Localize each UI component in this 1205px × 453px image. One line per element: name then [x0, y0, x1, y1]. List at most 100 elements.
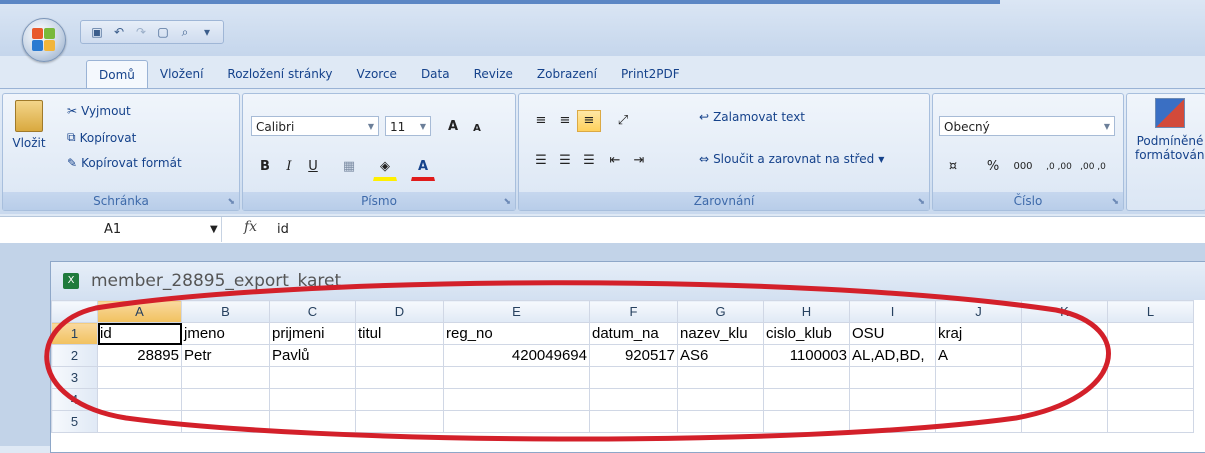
cell[interactable] [763, 366, 850, 389]
column-header[interactable]: I [849, 300, 936, 323]
row-header[interactable]: 3 [51, 366, 98, 389]
font-name-select[interactable]: Calibri ▼ [251, 116, 379, 136]
shrink-font-button[interactable]: A [465, 118, 489, 140]
cell[interactable] [1021, 410, 1108, 433]
align-left-icon[interactable]: ☰ [529, 150, 553, 172]
decrease-decimal-button[interactable]: ,00 ,0 [1077, 156, 1109, 178]
column-header[interactable]: H [763, 300, 850, 323]
grow-font-button[interactable]: A [441, 116, 465, 138]
number-format-select[interactable]: Obecný ▼ [939, 116, 1115, 136]
paste-button[interactable]: Vložit [9, 100, 49, 150]
cell[interactable]: Pavlů [269, 344, 356, 367]
cell[interactable] [181, 388, 270, 411]
increase-indent-icon[interactable]: ⇥ [627, 150, 651, 172]
column-header[interactable]: G [677, 300, 764, 323]
cell[interactable]: prijmeni [269, 322, 356, 345]
cell[interactable] [763, 410, 850, 433]
column-header[interactable]: B [181, 300, 270, 323]
cell[interactable] [443, 366, 590, 389]
cell[interactable]: datum_na [589, 322, 678, 345]
cell[interactable]: reg_no [443, 322, 590, 345]
cell[interactable] [849, 388, 936, 411]
cell[interactable] [589, 388, 678, 411]
column-header[interactable]: D [355, 300, 444, 323]
cell[interactable]: 420049694 [443, 344, 590, 367]
dialog-launcher-icon[interactable]: ⬊ [1111, 197, 1119, 207]
cell[interactable] [849, 366, 936, 389]
formula-input[interactable]: id [277, 217, 289, 242]
cell[interactable] [181, 410, 270, 433]
cell[interactable]: titul [355, 322, 444, 345]
cell[interactable] [443, 410, 590, 433]
cell[interactable]: 1100003 [763, 344, 850, 367]
orientation-icon[interactable]: ⤢ [611, 110, 635, 132]
cell[interactable]: 920517 [589, 344, 678, 367]
cell[interactable] [849, 410, 936, 433]
cell[interactable] [97, 388, 182, 411]
cell[interactable]: id [97, 322, 182, 345]
cell[interactable] [269, 410, 356, 433]
align-middle-icon[interactable]: ≡ [553, 110, 577, 132]
increase-decimal-button[interactable]: ,0 ,00 [1043, 156, 1075, 178]
cell[interactable] [935, 366, 1022, 389]
cell[interactable] [1107, 410, 1194, 433]
format-painter-button[interactable]: ✎ Kopírovat formát [67, 156, 182, 170]
fx-icon[interactable]: fx [244, 219, 257, 235]
borders-icon[interactable]: ▦ [337, 156, 361, 178]
row-header[interactable]: 1 [51, 322, 98, 345]
tab-page-layout[interactable]: Rozložení stránky [215, 60, 344, 88]
cell[interactable] [1107, 344, 1194, 367]
cut-button[interactable]: ✂ Vyjmout [67, 104, 131, 118]
cell[interactable] [97, 366, 182, 389]
merge-center-button[interactable]: ⇔ Sloučit a zarovnat na střed ▼ [699, 152, 884, 166]
row-header[interactable]: 5 [51, 410, 98, 433]
column-header[interactable]: K [1021, 300, 1108, 323]
tab-review[interactable]: Revize [462, 60, 525, 88]
dialog-launcher-icon[interactable]: ⬊ [227, 197, 235, 207]
percent-button[interactable]: % [981, 156, 1005, 178]
tab-insert[interactable]: Vložení [148, 60, 216, 88]
cell[interactable] [589, 410, 678, 433]
cell[interactable] [763, 388, 850, 411]
tab-home[interactable]: Domů [86, 60, 148, 89]
fill-color-icon[interactable]: ◈ [373, 156, 397, 181]
dialog-launcher-icon[interactable]: ⬊ [503, 197, 511, 207]
cell[interactable]: OSU [849, 322, 936, 345]
cell[interactable]: jmeno [181, 322, 270, 345]
column-header[interactable]: F [589, 300, 678, 323]
save-icon[interactable]: ▣ [89, 24, 105, 40]
cell[interactable] [1021, 322, 1108, 345]
cell[interactable] [355, 366, 444, 389]
cell[interactable] [269, 388, 356, 411]
column-header[interactable]: L [1107, 300, 1194, 323]
cell[interactable]: AS6 [677, 344, 764, 367]
cell[interactable] [1021, 366, 1108, 389]
cell[interactable] [97, 410, 182, 433]
font-color-icon[interactable]: A [411, 156, 435, 181]
cell[interactable]: 28895 [97, 344, 182, 367]
font-size-select[interactable]: 11 ▼ [385, 116, 431, 136]
wrap-text-button[interactable]: ↩ Zalamovat text [699, 110, 805, 124]
tab-data[interactable]: Data [409, 60, 462, 88]
cell[interactable]: Petr [181, 344, 270, 367]
name-box[interactable]: A1 ▼ [0, 217, 222, 242]
row-header[interactable]: 2 [51, 344, 98, 367]
cell[interactable] [443, 388, 590, 411]
align-bottom-icon[interactable]: ≡ [577, 110, 601, 132]
cell[interactable] [181, 366, 270, 389]
align-top-icon[interactable]: ≡ [529, 110, 553, 132]
print-preview-icon[interactable]: ⌕ [177, 24, 193, 40]
tab-print2pdf[interactable]: Print2PDF [609, 60, 692, 88]
cell[interactable] [1107, 322, 1194, 345]
cell[interactable] [677, 410, 764, 433]
column-header[interactable]: A [97, 300, 182, 323]
copy-button[interactable]: ⧉ Kopírovat [67, 130, 136, 145]
bold-button[interactable]: B [253, 156, 277, 178]
cell[interactable] [355, 344, 444, 367]
cell[interactable] [1107, 388, 1194, 411]
conditional-formatting-button[interactable]: Podmíněné formátování [1135, 98, 1205, 162]
align-right-icon[interactable]: ☰ [577, 150, 601, 172]
currency-icon[interactable]: ¤ [941, 156, 965, 178]
dialog-launcher-icon[interactable]: ⬊ [917, 197, 925, 207]
new-icon[interactable]: ▢ [155, 24, 171, 40]
